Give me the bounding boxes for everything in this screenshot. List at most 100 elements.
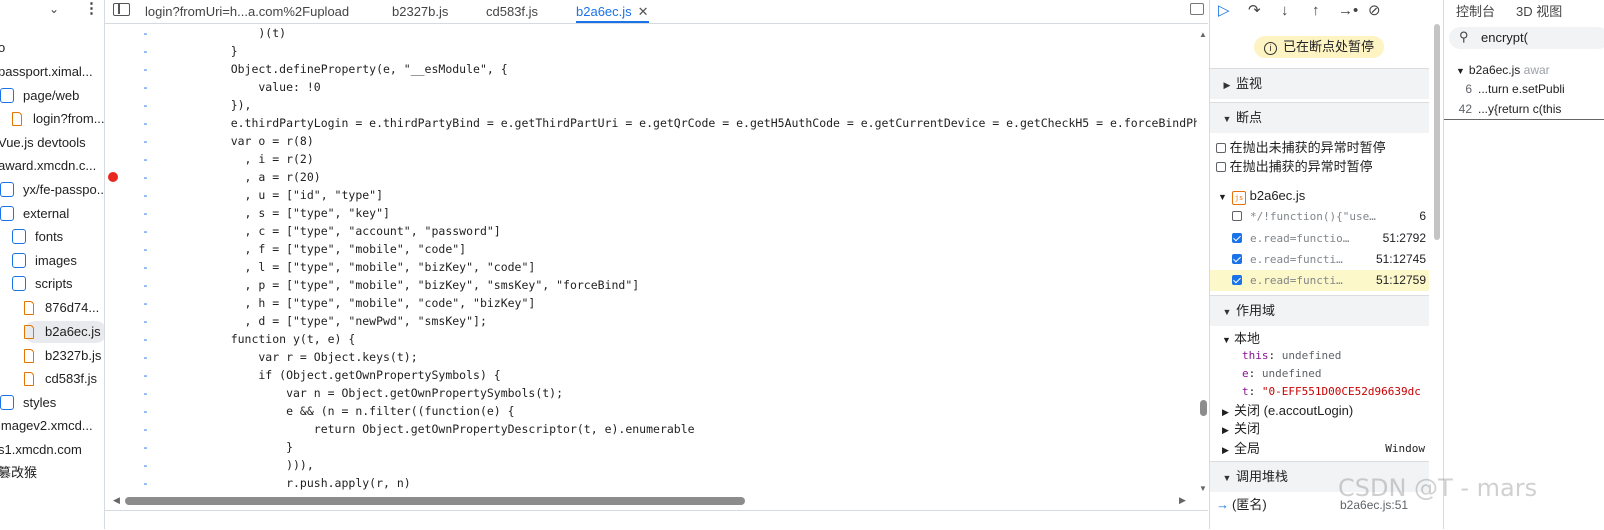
tree-item[interactable]: imagev2.xmcd... xyxy=(0,415,93,437)
step-icon[interactable]: →• xyxy=(1338,0,1358,22)
tree-item[interactable]: scripts xyxy=(12,273,73,295)
gutter-marker[interactable]: - xyxy=(142,150,149,168)
gutter-marker[interactable]: - xyxy=(142,240,149,258)
step-over-icon[interactable]: ↷ xyxy=(1248,0,1261,22)
gutter-marker[interactable]: - xyxy=(142,132,149,150)
tree-item[interactable]: page/web xyxy=(0,85,79,107)
gutter-marker[interactable]: - xyxy=(142,420,149,438)
scroll-thumb-horizontal[interactable] xyxy=(125,497,745,505)
toggle-debugger-icon[interactable] xyxy=(1190,3,1204,15)
tree-item[interactable]: fonts xyxy=(12,226,63,248)
tree-item[interactable]: s1.xmcdn.com xyxy=(0,439,82,461)
tree-item[interactable]: external xyxy=(0,203,69,225)
tab-b2327b[interactable]: b2327b.js xyxy=(392,0,448,23)
breakpoint-file-group[interactable]: ▼ js b2a6ec.js xyxy=(1218,186,1437,206)
toggle-navigator-icon[interactable] xyxy=(113,3,130,16)
search-result-line[interactable]: 42 ...y{return c(this xyxy=(1444,99,1604,120)
breakpoint-item[interactable]: e.read=functi… 51:12745 xyxy=(1210,249,1429,270)
gutter-marker[interactable]: - xyxy=(142,168,149,186)
tree-item[interactable]: yx/fe-passpo... xyxy=(0,179,104,201)
scope-global[interactable]: ▶ 全局 Window xyxy=(1222,439,1425,459)
step-out-icon[interactable]: ↑ xyxy=(1312,0,1320,22)
tree-item[interactable]: passport.ximal... xyxy=(0,61,93,83)
breakpoint-item[interactable]: e.read=functi… 51:12759 xyxy=(1210,270,1429,291)
scope-variable[interactable]: this: undefined xyxy=(1242,347,1443,365)
breakpoint-checkbox[interactable] xyxy=(1232,211,1242,221)
gutter-marker[interactable]: - xyxy=(142,384,149,402)
gutter-marker[interactable]: - xyxy=(142,474,149,492)
gutter-marker[interactable]: - xyxy=(142,312,149,330)
pause-uncaught-option[interactable]: 在抛出未捕获的异常时暂停 xyxy=(1216,138,1435,158)
scope-closure-2[interactable]: ▶ 关闭 xyxy=(1222,419,1441,439)
breakpoint-checkbox[interactable] xyxy=(1232,254,1242,264)
tree-item[interactable]: b2327b.js xyxy=(24,345,101,367)
sidebar-scrollbar[interactable] xyxy=(1431,24,1443,529)
gutter-marker[interactable]: - xyxy=(142,258,149,276)
callstack-section-header[interactable]: ▼ 调用堆栈 xyxy=(1210,461,1429,492)
tree-item[interactable]: b2a6ec.js xyxy=(24,321,104,343)
tree-item[interactable]: cd583f.js xyxy=(24,368,97,390)
pause-caught-option[interactable]: 在抛出捕获的异常时暂停 xyxy=(1216,157,1435,177)
search-input[interactable]: ⚲ encrypt( xyxy=(1449,27,1604,49)
vertical-scrollbar[interactable]: ▲ ▼ xyxy=(1197,24,1208,494)
breakpoint-checkbox[interactable] xyxy=(1232,233,1242,243)
scroll-thumb[interactable] xyxy=(1200,400,1207,416)
scroll-down-icon[interactable]: ▼ xyxy=(1199,484,1207,493)
tab-console[interactable]: 控制台 xyxy=(1456,0,1495,24)
scroll-left-icon[interactable]: ◀ xyxy=(113,495,120,506)
scope-local[interactable]: ▼ 本地 xyxy=(1222,329,1441,349)
breakpoint-item[interactable]: e.read=functio… 51:2792 xyxy=(1210,228,1429,249)
gutter-marker[interactable]: - xyxy=(142,294,149,312)
breakpoint-marker[interactable] xyxy=(108,172,118,182)
gutter-marker[interactable]: - xyxy=(142,330,149,348)
resume-icon[interactable]: ▷ xyxy=(1218,0,1230,22)
scope-variable[interactable]: t: "0-EFF551D00CE52d96639dc xyxy=(1242,383,1443,401)
tree-item[interactable]: login?from... xyxy=(12,108,104,130)
tree-item[interactable]: Vue.js devtools xyxy=(0,132,86,154)
gutter-marker[interactable]: - xyxy=(142,222,149,240)
close-icon[interactable]: ✕ xyxy=(638,4,649,19)
scroll-up-icon[interactable]: ▲ xyxy=(1199,30,1207,39)
scope-closure-1[interactable]: ▶ 关闭 (e.accoutLogin) xyxy=(1222,401,1441,421)
tree-item[interactable]: images xyxy=(12,250,77,272)
gutter-marker[interactable]: - xyxy=(142,276,149,294)
pause-caught-checkbox[interactable] xyxy=(1216,162,1226,172)
scroll-thumb[interactable] xyxy=(1434,24,1440,240)
code-area[interactable]: - )(t) - } - Object.defineProperty(e, "__e… xyxy=(105,24,1197,494)
gutter-marker[interactable]: - xyxy=(142,78,149,96)
step-into-icon[interactable]: ↓ xyxy=(1281,0,1289,22)
tab-cd583f[interactable]: cd583f.js xyxy=(486,0,538,23)
gutter-marker[interactable]: - xyxy=(142,348,149,366)
gutter-marker[interactable]: - xyxy=(142,204,149,222)
callstack-frame[interactable]: → (匿名) b2a6ec.js:51 xyxy=(1216,495,1416,515)
pause-uncaught-checkbox[interactable] xyxy=(1216,143,1226,153)
gutter-marker[interactable]: - xyxy=(142,366,149,384)
gutter-marker[interactable]: - xyxy=(142,114,149,132)
search-result-line[interactable]: 6 ...turn e.setPubli xyxy=(1444,79,1564,99)
more-options-icon[interactable]: ⋮ xyxy=(84,0,99,17)
gutter-marker[interactable]: - xyxy=(142,456,149,474)
deactivate-breakpoints-icon[interactable]: ⊘ xyxy=(1368,0,1381,22)
watch-section-header[interactable]: ▶ 监视 xyxy=(1210,68,1429,99)
tree-item[interactable]: 876d74... xyxy=(24,297,99,319)
search-result-file[interactable]: ▼ b2a6ec.js awar xyxy=(1456,60,1550,80)
tab-login[interactable]: login?fromUri=h...a.com%2Fupload xyxy=(145,0,349,23)
gutter-marker[interactable]: - xyxy=(142,60,149,78)
scope-variable[interactable]: e: undefined xyxy=(1242,365,1443,383)
gutter-marker[interactable]: - xyxy=(142,186,149,204)
breakpoint-item[interactable]: */!function(){"use… 6 xyxy=(1210,206,1429,227)
tab-3d-view[interactable]: 3D 视图 xyxy=(1516,0,1562,24)
tab-b2a6ec[interactable]: b2a6ec.js ✕ xyxy=(576,0,649,23)
gutter-marker[interactable]: - xyxy=(142,402,149,420)
tree-item[interactable]: styles xyxy=(0,392,56,414)
chevron-down-icon[interactable]: ⌄ xyxy=(49,2,59,16)
tree-item[interactable]: 篡改猴 xyxy=(0,462,37,484)
gutter-marker[interactable]: - xyxy=(142,24,149,42)
gutter-marker[interactable]: - xyxy=(142,438,149,456)
breakpoint-checkbox[interactable] xyxy=(1232,275,1242,285)
breakpoints-section-header[interactable]: ▼ 断点 xyxy=(1210,102,1429,133)
gutter-marker[interactable]: - xyxy=(142,96,149,114)
gutter-marker[interactable]: - xyxy=(142,42,149,60)
tree-item[interactable]: award.xmcdn.c... xyxy=(0,155,96,177)
scroll-right-icon[interactable]: ▶ xyxy=(1179,495,1186,506)
